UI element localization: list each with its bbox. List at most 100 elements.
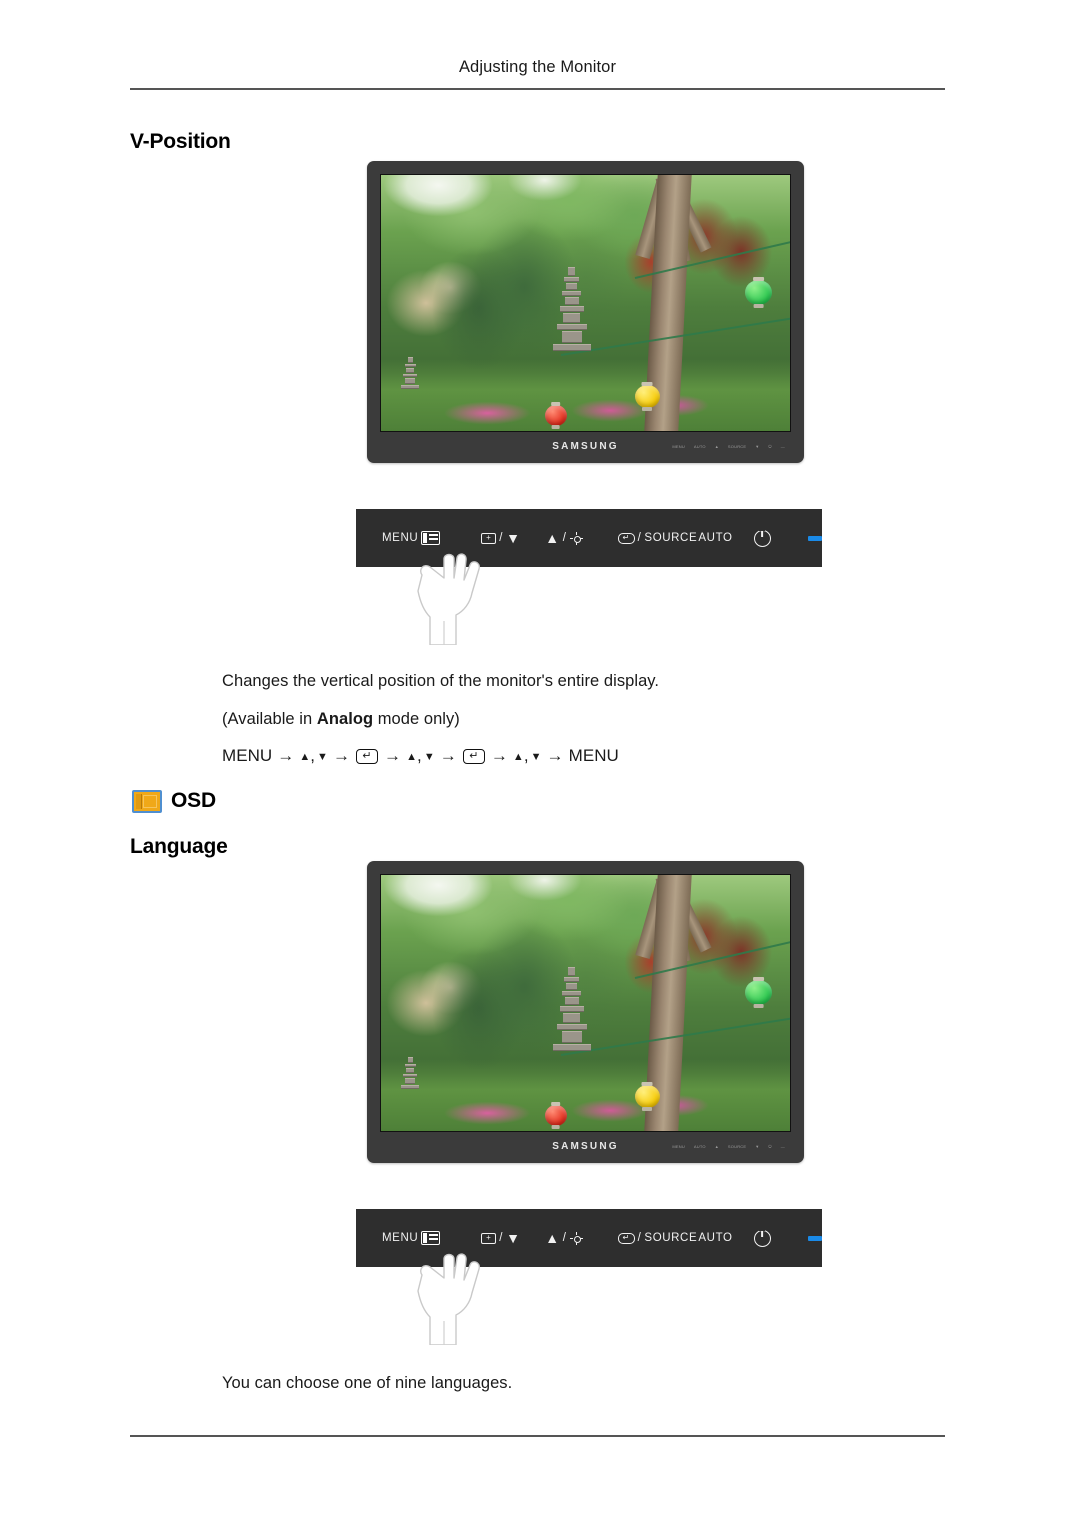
control-button-up-brightness[interactable]: ▲ /	[545, 1231, 617, 1245]
bezel-key-down: ▼	[755, 1143, 760, 1149]
stone-pagoda	[401, 1056, 420, 1090]
availability-prefix: (Available in	[222, 710, 317, 728]
bezel-key-auto: AUTO	[693, 1143, 706, 1149]
brightness-sun-icon	[569, 1231, 583, 1245]
control-auto-label: AUTO	[698, 532, 733, 544]
v-position-availability: (Available in Analog mode only)	[222, 710, 460, 729]
paper-lantern	[745, 979, 772, 1005]
key-sequence: MENU → ▲, ▼ → ↵ → ▲, ▼ → ↵ → ▲, ▼ → MENU	[222, 746, 619, 766]
enter-key-icon: ↵	[617, 1232, 635, 1244]
chevron-down-icon: ▼	[506, 530, 521, 546]
v-position-description: Changes the vertical position of the mon…	[222, 672, 660, 690]
chevron-up-icon: ▲	[545, 1230, 560, 1246]
control-source-label: SOURCE	[644, 532, 698, 544]
monitor-screen	[380, 874, 791, 1132]
monitor-bezel: SAMSUNG MENU AUTO ▲ SOURCE ▼ ⏻ —	[380, 1132, 791, 1160]
power-icon	[753, 1229, 771, 1247]
control-button-plus-down[interactable]: + / ▼	[481, 531, 545, 545]
control-separator: /	[499, 532, 504, 544]
control-separator: /	[637, 532, 642, 544]
chevron-down-icon: ▼	[506, 1230, 521, 1246]
seq-enter-icon: ↵	[462, 748, 485, 764]
monitor-figure-language: SAMSUNG MENU AUTO ▲ SOURCE ▼ ⏻ —	[367, 861, 804, 1163]
seq-menu-end: MENU	[568, 746, 619, 765]
brightness-sun-icon	[569, 531, 583, 545]
control-button-up-brightness[interactable]: ▲ /	[545, 531, 617, 545]
bezel-key-power: ⏻	[768, 1143, 772, 1149]
plus-key-icon: +	[481, 532, 497, 544]
control-menu-label: MENU	[382, 1232, 419, 1244]
control-button-menu[interactable]: MENU	[382, 1231, 481, 1345]
seq-comma: ,	[310, 746, 316, 765]
paper-lantern	[634, 1084, 660, 1108]
bezel-key-labels: MENU AUTO ▲ SOURCE ▼ ⏻ —	[672, 444, 785, 449]
seq-comma: ,	[417, 746, 422, 765]
osd-icon	[132, 789, 162, 813]
control-button-power[interactable]	[753, 529, 798, 547]
bezel-key-menu: MENU	[672, 443, 685, 449]
plus-key-icon: +	[481, 1232, 497, 1244]
control-separator: /	[562, 1232, 567, 1244]
v-position-key-sequence: MENU → ▲, ▼ → ↵ → ▲, ▼ → ↵ → ▲, ▼ → MENU	[222, 746, 619, 766]
seq-up-icon: ▲	[406, 751, 418, 763]
power-led-indicator	[807, 535, 822, 541]
seq-up-icon: ▲	[299, 751, 311, 763]
paper-lantern	[634, 384, 660, 408]
paper-lantern	[544, 1105, 567, 1127]
control-separator: /	[562, 532, 567, 544]
control-button-menu[interactable]: MENU	[382, 531, 481, 645]
control-button-plus-down[interactable]: + / ▼	[481, 1231, 545, 1245]
control-auto-label: AUTO	[698, 1232, 733, 1244]
control-menu-label: MENU	[382, 532, 419, 544]
category-osd: OSD	[132, 789, 216, 813]
control-button-power[interactable]	[753, 1229, 798, 1247]
hand-pointer-illustration	[417, 1253, 480, 1345]
seq-arrow: →	[439, 746, 457, 765]
control-button-auto[interactable]: AUTO	[698, 532, 754, 544]
seq-comma: ,	[523, 746, 529, 765]
osd-menu-icon	[421, 531, 441, 545]
seq-arrow: →	[384, 746, 402, 765]
bezel-key-menu: MENU	[672, 1143, 685, 1149]
control-button-enter-source[interactable]: ↵ / SOURCE	[617, 1232, 699, 1244]
footer-divider	[130, 1435, 945, 1437]
section-heading-language: Language	[130, 835, 228, 858]
bezel-key-up: ▲	[714, 1143, 719, 1149]
page-header-title: Adjusting the Monitor	[458, 58, 617, 76]
monitor-screen	[380, 174, 791, 432]
bezel-key-source: SOURCE	[727, 1143, 747, 1149]
hand-pointer-illustration	[417, 553, 480, 645]
chevron-up-icon: ▲	[545, 530, 560, 546]
control-panel-v-position: MENU + / ▼ ▲ / ↵ / SOURCE AUTO	[356, 509, 822, 645]
enter-key-icon: ↵	[617, 532, 635, 544]
bezel-key-led: —	[780, 1143, 785, 1149]
seq-arrow: →	[490, 746, 508, 765]
seq-menu-start: MENU	[222, 746, 273, 765]
seq-down-icon: ▼	[423, 751, 435, 763]
seq-arrow: →	[277, 746, 295, 765]
control-button-enter-source[interactable]: ↵ / SOURCE	[617, 532, 699, 544]
osd-menu-icon	[421, 1231, 441, 1245]
seq-up-icon: ▲	[512, 751, 524, 763]
availability-suffix: mode only)	[373, 710, 460, 728]
seq-enter-icon: ↵	[356, 748, 379, 764]
power-led-indicator	[807, 1235, 822, 1241]
bezel-key-source: SOURCE	[727, 443, 747, 449]
seq-arrow: →	[332, 746, 351, 765]
section-heading-v-position: V-Position	[130, 130, 231, 153]
bezel-key-led: —	[780, 443, 785, 449]
stone-pagoda	[552, 267, 591, 352]
seq-down-icon: ▼	[317, 751, 328, 763]
stone-pagoda	[401, 356, 420, 390]
paper-lantern	[544, 405, 567, 427]
control-button-auto[interactable]: AUTO	[698, 1232, 754, 1244]
control-separator: /	[499, 1232, 504, 1244]
monitor-bezel: SAMSUNG MENU AUTO ▲ SOURCE ▼ ⏻ —	[380, 432, 791, 460]
power-icon	[753, 529, 771, 547]
monitor-figure-v-position: SAMSUNG MENU AUTO ▲ SOURCE ▼ ⏻ —	[367, 161, 804, 463]
bezel-key-down: ▼	[755, 443, 760, 449]
bezel-key-power: ⏻	[768, 443, 772, 449]
control-panel-language: MENU + / ▼ ▲ / ↵ / SOURCE AUTO	[356, 1209, 822, 1345]
availability-mode: Analog	[316, 710, 374, 728]
paper-lantern	[745, 279, 772, 305]
